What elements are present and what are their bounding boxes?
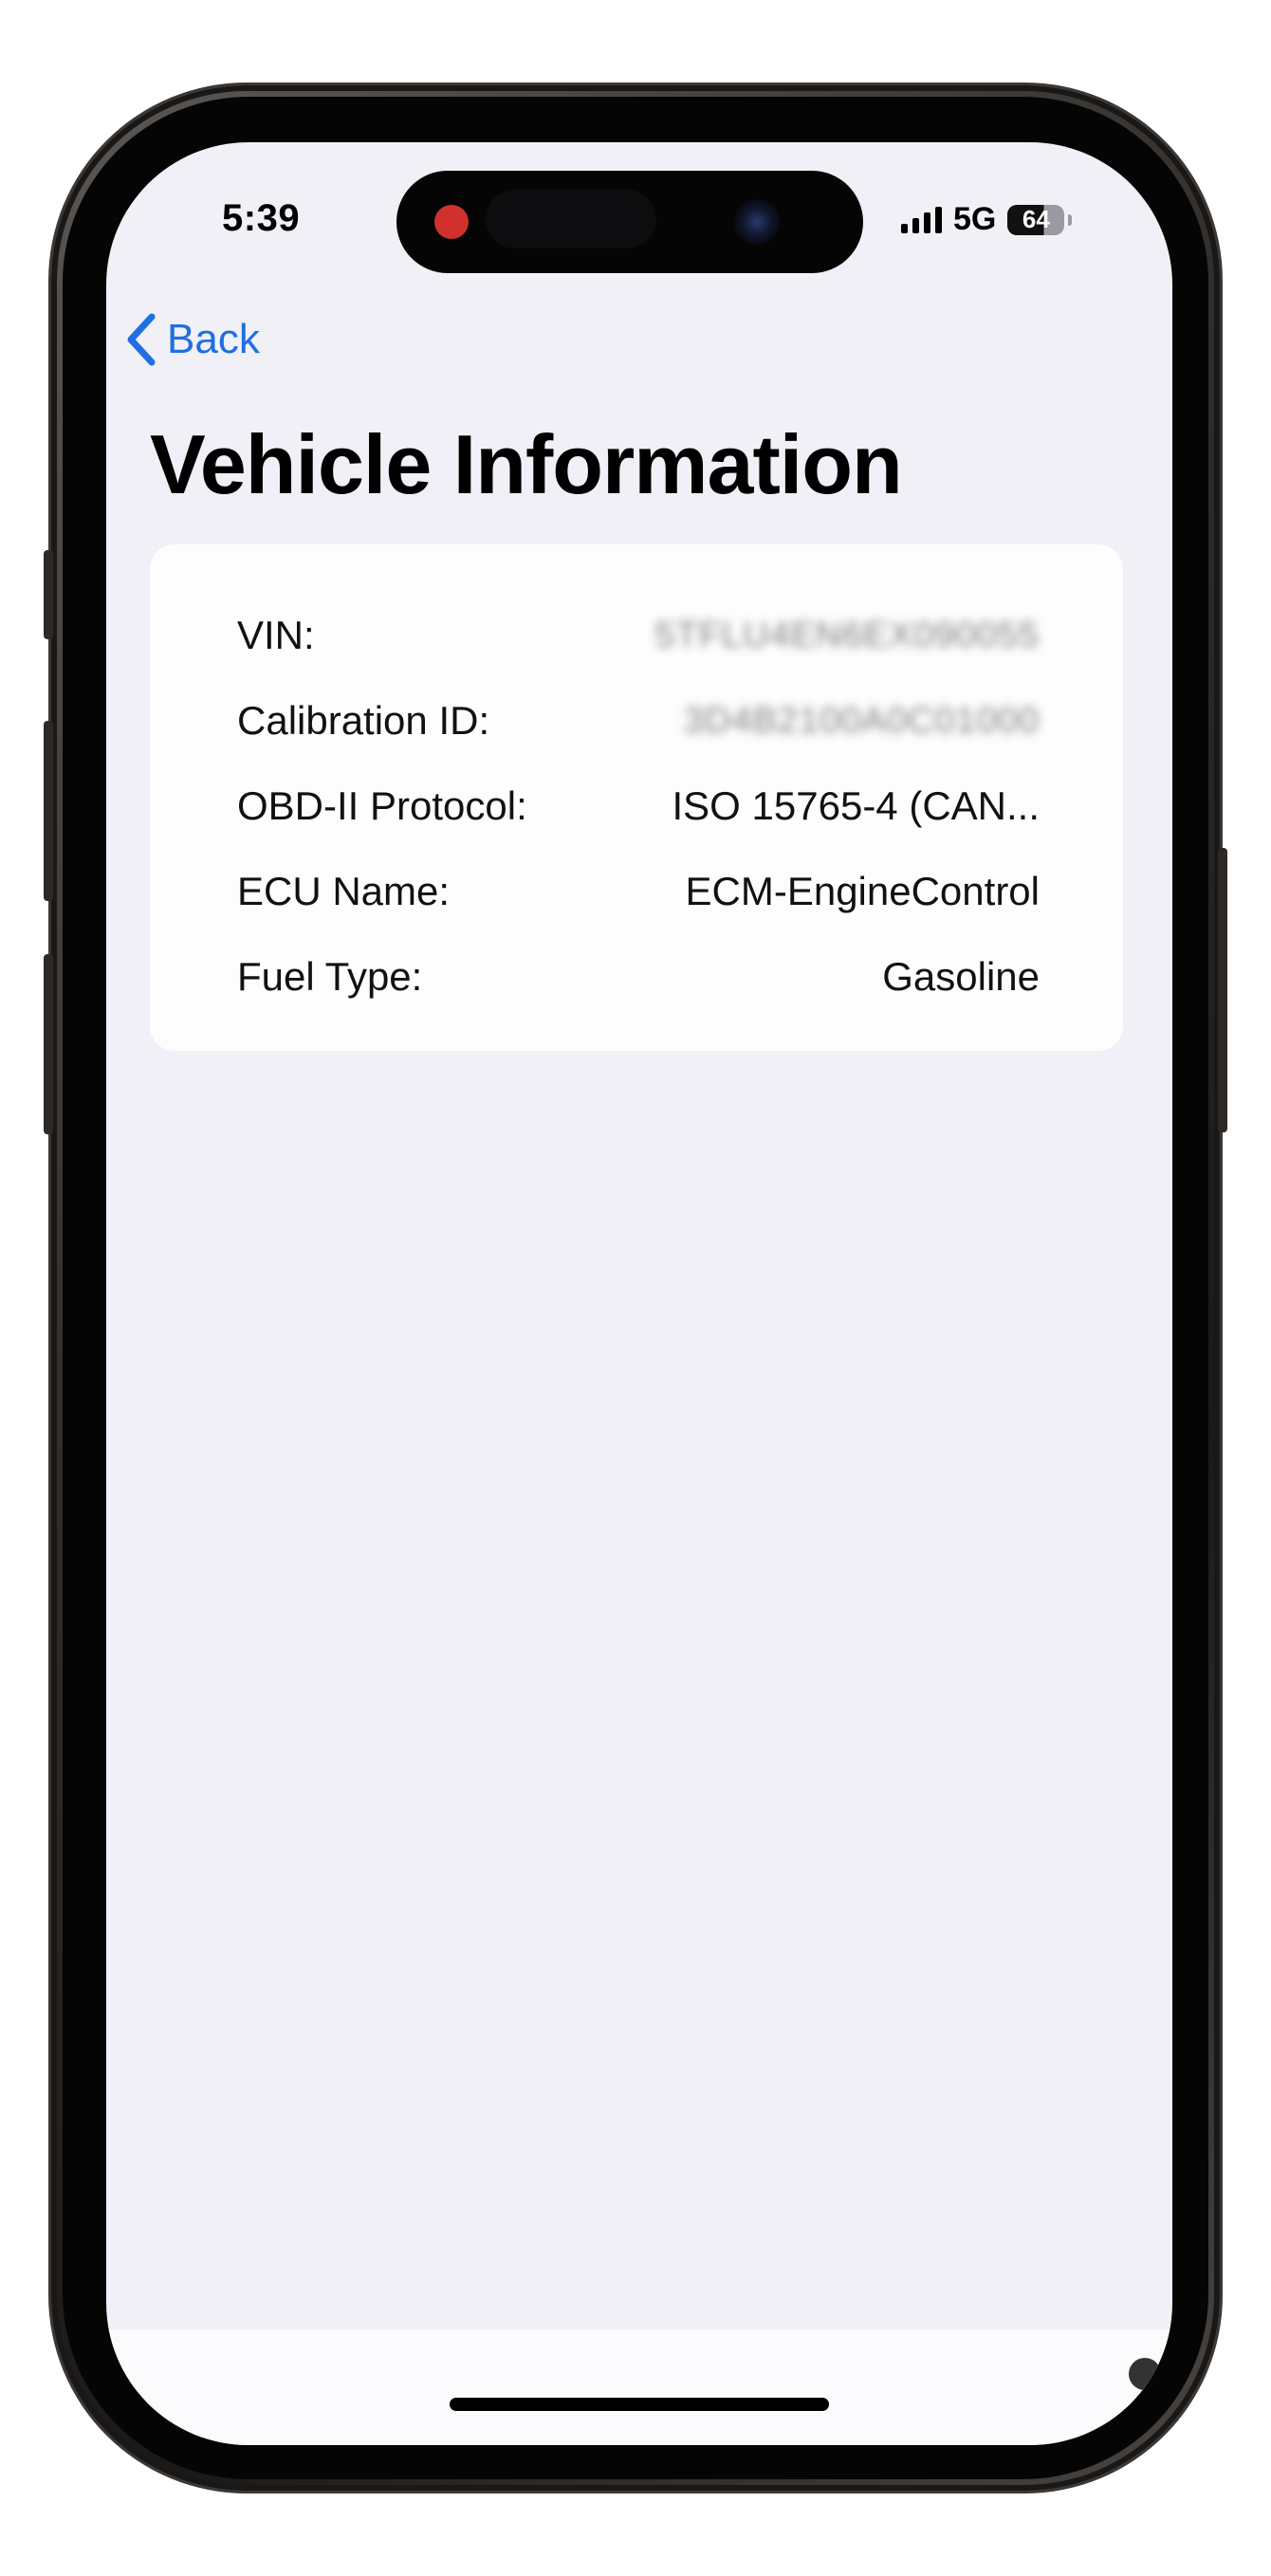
battery-level: 64 xyxy=(1022,205,1050,233)
info-row-fuel-type: Fuel Type: Gasoline xyxy=(237,948,1040,1005)
network-type: 5G xyxy=(953,201,997,237)
battery-cap xyxy=(1068,213,1073,226)
ecu-name-value: ECM-EngineControl xyxy=(685,869,1041,913)
vin-value: 5TFLU4EN6EX090055 xyxy=(654,615,1040,655)
row-label: VIN: xyxy=(237,613,315,657)
info-row-calibration-id: Calibration ID: 3D4B2100A0C01000 xyxy=(237,692,1040,749)
row-label: ECU Name: xyxy=(237,869,451,913)
info-row-vin: VIN: 5TFLU4EN6EX090055 xyxy=(237,607,1040,664)
action-button xyxy=(44,550,53,639)
screen: 5:39 5G 64 Back Vehicle Information VIN:… xyxy=(106,142,1172,2445)
front-camera-icon xyxy=(734,199,780,245)
fuel-type-value: Gasoline xyxy=(882,954,1040,999)
info-row-ecu-name: ECU Name: ECM-EngineControl xyxy=(237,863,1040,920)
bottom-safe-area xyxy=(106,2329,1172,2445)
volume-down-button xyxy=(44,954,53,1134)
status-time: 5:39 xyxy=(222,197,301,239)
row-label: Calibration ID: xyxy=(237,698,490,743)
recording-indicator-icon xyxy=(434,205,469,239)
home-indicator[interactable] xyxy=(450,2398,829,2411)
back-button[interactable]: Back xyxy=(125,313,260,366)
power-button xyxy=(1218,848,1227,1132)
volume-up-button xyxy=(44,721,53,901)
back-label: Back xyxy=(167,316,260,362)
page-title: Vehicle Information xyxy=(150,417,903,511)
status-indicators: 5G 64 xyxy=(901,201,1073,238)
row-label: Fuel Type: xyxy=(237,954,423,999)
battery-icon: 64 xyxy=(1007,204,1073,235)
obd-protocol-value: ISO 15765-4 (CAN... xyxy=(672,783,1041,828)
dynamic-island xyxy=(396,171,863,273)
row-label: OBD-II Protocol: xyxy=(237,783,527,828)
info-row-obd-protocol: OBD-II Protocol: ISO 15765-4 (CAN... xyxy=(237,778,1040,835)
island-activity xyxy=(486,190,656,248)
assistive-touch-icon[interactable] xyxy=(1129,2358,1161,2390)
calibration-id-value: 3D4B2100A0C01000 xyxy=(683,700,1040,741)
chevron-left-icon xyxy=(127,313,156,366)
cellular-signal-icon xyxy=(901,206,942,233)
vehicle-info-card: VIN: 5TFLU4EN6EX090055 Calibration ID: 3… xyxy=(150,544,1123,1051)
